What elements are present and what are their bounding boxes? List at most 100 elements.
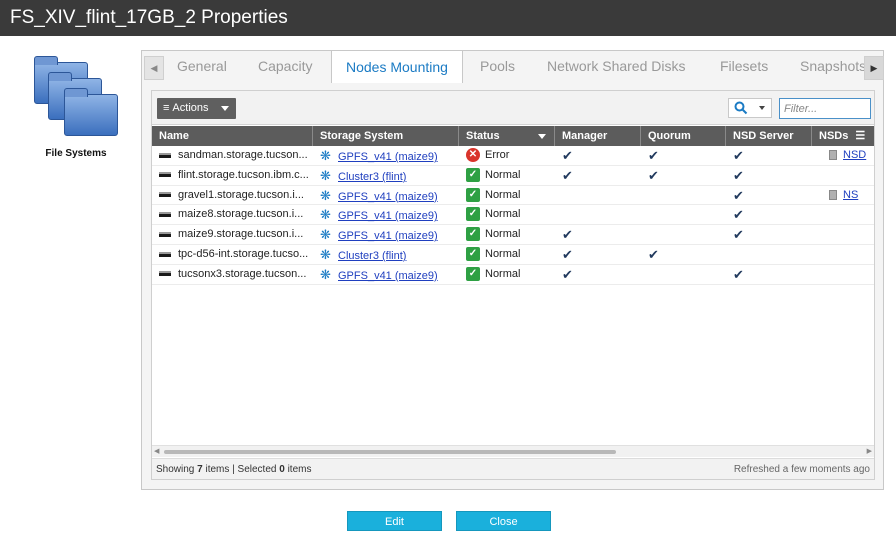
horizontal-scrollbar[interactable]: ◀ ▶	[152, 445, 874, 457]
tab-capacity[interactable]: Capacity	[258, 50, 312, 82]
node-name: maize9.storage.tucson.i...	[178, 228, 304, 241]
refresh-status: Refreshed a few moments ago	[733, 464, 870, 475]
node-name-cell: tpc-d56-int.storage.tucso...	[159, 245, 309, 264]
tab-scroll-left-icon[interactable]: ◀	[144, 56, 164, 80]
table-row[interactable]: sandman.storage.tucson... ❋ GPFS_v41 (maiz…	[152, 146, 874, 166]
table-row[interactable]: maize9.storage.tucson.i... ❋ GPFS_v41 (mai…	[152, 225, 874, 245]
manager-cell: ✔	[562, 166, 642, 185]
status-text: Normal	[485, 228, 521, 241]
sort-descending-icon	[538, 134, 546, 139]
scroll-left-icon[interactable]: ◀	[154, 447, 159, 455]
storage-system-cell: ❋ Cluster3 (flint)	[320, 245, 460, 264]
status-cell: ✓ Normal	[466, 265, 556, 284]
tab-scroll-right-icon[interactable]: ▶	[864, 56, 884, 80]
check-icon: ✓	[466, 266, 480, 281]
tab-network-shared-disks[interactable]: Network Shared Disks	[547, 50, 686, 82]
tab-general[interactable]: General	[177, 50, 227, 82]
storage-system-link[interactable]: Cluster3 (flint)	[338, 250, 406, 262]
storage-system-link[interactable]: Cluster3 (flint)	[338, 171, 406, 183]
quorum-cell: ✔	[648, 166, 728, 185]
node-name-cell: tucsonx3.storage.tucson...	[159, 265, 309, 284]
checkmark-icon: ✔	[562, 167, 573, 183]
nsd-server-cell: ✔	[733, 166, 813, 185]
storage-system-link[interactable]: GPFS_v41 (maize9)	[338, 210, 438, 222]
nsds-cell: NSD	[829, 146, 874, 165]
tab-filesets[interactable]: Filesets	[720, 50, 768, 82]
tab-nodes-mounting[interactable]: Nodes Mounting	[331, 50, 463, 83]
filter-input[interactable]	[779, 98, 871, 119]
scroll-right-icon[interactable]: ▶	[867, 447, 872, 455]
node-name: maize8.storage.tucson.i...	[178, 208, 304, 221]
error-icon: ✕	[466, 148, 480, 163]
checkmark-icon: ✔	[733, 227, 744, 243]
scrollbar-thumb[interactable]	[164, 450, 616, 454]
column-header-nsd-server[interactable]: NSD Server	[726, 126, 812, 146]
storage-system-cell: ❋ GPFS_v41 (maize9)	[320, 146, 460, 165]
nsd-server-cell: ✔	[733, 146, 813, 165]
tab-pools[interactable]: Pools	[480, 50, 515, 82]
tab-bar: ◀ General Capacity Nodes Mounting Pools …	[141, 50, 884, 83]
check-icon: ✓	[466, 207, 480, 222]
column-header-name[interactable]: Name	[152, 126, 313, 146]
checkmark-icon: ✔	[733, 266, 744, 282]
storage-system-link[interactable]: GPFS_v41 (maize9)	[338, 230, 438, 242]
nsds-cell	[829, 166, 874, 185]
folders-icon	[26, 48, 126, 144]
tab-snapshots[interactable]: Snapshots	[800, 50, 864, 82]
quorum-cell: ✔	[648, 245, 728, 264]
storage-system-link[interactable]: GPFS_v41 (maize9)	[338, 151, 438, 163]
table-header: Name Storage System Status Manager Quoru…	[152, 126, 874, 146]
items-summary: Showing 7 items | Selected 0 items	[156, 464, 312, 475]
storage-system-link[interactable]: GPFS_v41 (maize9)	[338, 270, 438, 282]
nsd-server-cell: ✔	[733, 205, 813, 224]
nsd-server-cell: ✔	[733, 225, 813, 244]
server-node-icon	[159, 192, 171, 198]
list-icon: ≡	[163, 102, 170, 114]
checkmark-icon: ✔	[648, 167, 659, 183]
column-header-quorum[interactable]: Quorum	[641, 126, 726, 146]
status-cell: ✓ Normal	[466, 205, 556, 224]
check-icon: ✓	[466, 227, 480, 242]
server-node-icon	[159, 271, 171, 277]
column-menu-icon[interactable]: ☰	[855, 130, 865, 142]
manager-cell: ✔	[562, 146, 642, 165]
column-header-manager[interactable]: Manager	[555, 126, 641, 146]
search-button[interactable]	[728, 98, 772, 118]
table-statusbar: Showing 7 items | Selected 0 items Refre…	[152, 458, 874, 479]
close-button[interactable]: Close	[456, 511, 551, 531]
nsds-header-label: NSDs	[819, 130, 849, 142]
column-header-nsds[interactable]: NSDs ☰	[812, 126, 874, 146]
table-row[interactable]: tucsonx3.storage.tucson... ❋ GPFS_v41 (mai…	[152, 265, 874, 285]
column-header-status[interactable]: Status	[459, 126, 555, 146]
actions-button[interactable]: ≡ Actions	[157, 98, 236, 119]
quorum-cell	[648, 225, 728, 244]
checkmark-icon: ✔	[733, 167, 744, 183]
nsd-link[interactable]: NSD	[843, 149, 866, 161]
table-row[interactable]: flint.storage.tucson.ibm.c... ❋ Cluster3 (…	[152, 166, 874, 186]
edit-button[interactable]: Edit	[347, 511, 442, 531]
cluster-icon: ❋	[320, 246, 331, 262]
quorum-cell	[648, 205, 728, 224]
storage-system-link[interactable]: GPFS_v41 (maize9)	[338, 191, 438, 203]
node-name-cell: flint.storage.tucson.ibm.c...	[159, 166, 309, 185]
file-systems-label: File Systems	[45, 148, 107, 159]
table-row[interactable]: tpc-d56-int.storage.tucso... ❋ Cluster3 (f…	[152, 245, 874, 265]
node-name-cell: maize9.storage.tucson.i...	[159, 225, 309, 244]
nsd-link[interactable]: NS	[843, 189, 858, 201]
table-row[interactable]: gravel1.storage.tucson.i... ❋ GPFS_v41 (ma…	[152, 186, 874, 206]
server-node-icon	[159, 172, 171, 178]
status-text: Normal	[485, 247, 521, 260]
nsd-server-cell: ✔	[733, 265, 813, 284]
nodes-table-panel: ≡Actions Name Storage System Status Mana…	[151, 90, 875, 480]
storage-system-cell: ❋ GPFS_v41 (maize9)	[320, 225, 460, 244]
nsds-cell	[829, 265, 874, 284]
table-row[interactable]: maize8.storage.tucson.i... ❋ GPFS_v41 (mai…	[152, 205, 874, 226]
left-panel: File Systems	[14, 48, 138, 159]
node-name-cell: maize8.storage.tucson.i...	[159, 205, 309, 224]
storage-system-cell: ❋ Cluster3 (flint)	[320, 166, 460, 185]
status-text: Normal	[485, 267, 521, 280]
server-node-icon	[159, 211, 171, 217]
column-header-storage-system[interactable]: Storage System	[313, 126, 459, 146]
cluster-icon: ❋	[320, 207, 331, 223]
server-node-icon	[159, 231, 171, 237]
